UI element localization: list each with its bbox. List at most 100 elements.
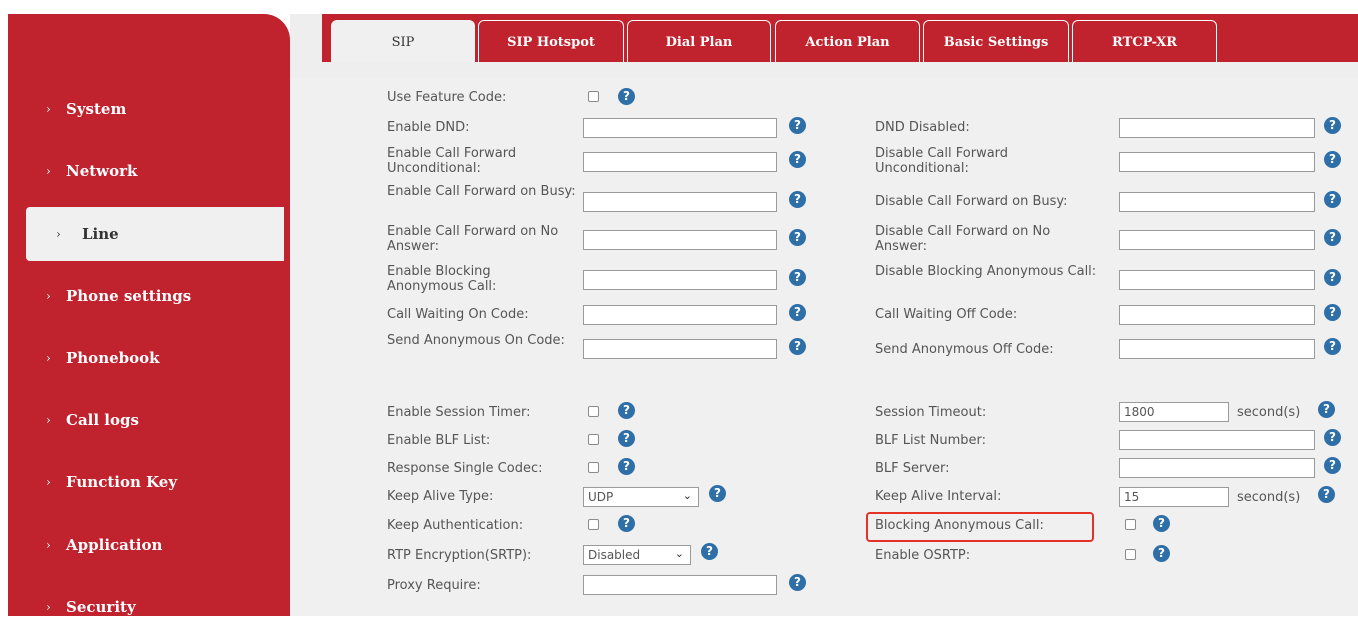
question-circle-icon[interactable]: ? xyxy=(1324,457,1341,474)
chevron-right-icon: › xyxy=(46,164,51,178)
proxy-require-label: Proxy Require: xyxy=(387,578,481,593)
proxy-require-input[interactable] xyxy=(583,575,777,595)
blf-list-checkbox[interactable] xyxy=(588,434,599,445)
keep-auth-checkbox[interactable] xyxy=(588,519,599,530)
question-circle-icon[interactable]: ? xyxy=(618,515,635,532)
send-anon-on-input[interactable] xyxy=(583,339,777,359)
keep-alive-type-label: Keep Alive Type: xyxy=(387,489,494,504)
sidebar-item-phonebook[interactable]: › Phonebook xyxy=(8,331,290,385)
tab-dial-plan[interactable]: Dial Plan xyxy=(627,20,771,62)
send-anon-off-input[interactable] xyxy=(1119,339,1315,359)
call-waiting-on-input[interactable] xyxy=(583,305,777,325)
keep-alive-type-select[interactable]: UDP ⌄ xyxy=(583,487,699,507)
question-circle-icon[interactable]: ? xyxy=(1324,429,1341,446)
blocking-anon-checkbox[interactable] xyxy=(1125,519,1136,530)
sidebar-item-label: Application xyxy=(66,536,163,554)
chevron-right-icon: › xyxy=(46,538,51,552)
sidebar-item-network[interactable]: › Network xyxy=(8,144,290,198)
sidebar-item-label: Security xyxy=(66,598,136,616)
response-single-codec-checkbox[interactable] xyxy=(588,462,599,473)
sidebar-item-phone-settings[interactable]: › Phone settings xyxy=(8,269,290,323)
question-circle-icon[interactable]: ? xyxy=(1324,151,1341,168)
sidebar-item-security[interactable]: › Security xyxy=(8,580,290,634)
keep-alive-interval-label: Keep Alive Interval: xyxy=(875,489,1002,504)
question-circle-icon[interactable]: ? xyxy=(789,269,806,286)
question-circle-icon[interactable]: ? xyxy=(1153,545,1170,562)
chevron-right-icon: › xyxy=(56,227,61,241)
sidebar-item-call-logs[interactable]: › Call logs xyxy=(8,393,290,447)
sidebar-item-label: System xyxy=(66,100,127,118)
question-circle-icon[interactable]: ? xyxy=(1324,304,1341,321)
chevron-right-icon: › xyxy=(46,289,51,303)
question-circle-icon[interactable]: ? xyxy=(1318,401,1335,418)
question-circle-icon[interactable]: ? xyxy=(789,117,806,134)
response-single-codec-label: Response Single Codec: xyxy=(387,461,543,476)
enable-cf-unconditional-input[interactable] xyxy=(583,152,777,172)
blf-list-number-label: BLF List Number: xyxy=(875,433,987,448)
chevron-down-icon: ⌄ xyxy=(682,489,692,502)
enable-dnd-input[interactable] xyxy=(583,118,777,138)
call-waiting-off-label: Call Waiting Off Code: xyxy=(875,307,1018,322)
question-circle-icon[interactable]: ? xyxy=(1324,338,1341,355)
question-circle-icon[interactable]: ? xyxy=(789,304,806,321)
chevron-right-icon: › xyxy=(46,600,51,614)
enable-cf-unconditional-label: Enable Call Forward Unconditional: xyxy=(387,146,517,176)
enable-cf-busy-input[interactable] xyxy=(583,192,777,212)
sidebar-item-label: Phonebook xyxy=(66,349,160,367)
question-circle-icon[interactable]: ? xyxy=(1318,486,1335,503)
enable-cf-noanswer-label: Enable Call Forward on No Answer: xyxy=(387,224,559,254)
enable-cf-noanswer-input[interactable] xyxy=(583,230,777,250)
disable-cf-busy-input[interactable] xyxy=(1119,192,1315,212)
tab-rtcp-xr[interactable]: RTCP-XR xyxy=(1072,20,1217,62)
disable-blocking-anon-input[interactable] xyxy=(1119,270,1315,290)
question-circle-icon[interactable]: ? xyxy=(701,543,718,560)
question-circle-icon[interactable]: ? xyxy=(709,485,726,502)
dnd-disabled-input[interactable] xyxy=(1119,118,1315,138)
enable-blocking-anon-input[interactable] xyxy=(583,270,777,290)
sidebar-item-system[interactable]: › System xyxy=(8,82,290,136)
question-circle-icon[interactable]: ? xyxy=(789,574,806,591)
question-circle-icon[interactable]: ? xyxy=(789,191,806,208)
question-circle-icon[interactable]: ? xyxy=(1153,515,1170,532)
question-circle-icon[interactable]: ? xyxy=(1324,269,1341,286)
session-timeout-input[interactable] xyxy=(1119,402,1229,422)
question-circle-icon[interactable]: ? xyxy=(1324,229,1341,246)
enable-osrtp-checkbox[interactable] xyxy=(1125,549,1136,560)
blf-server-input[interactable] xyxy=(1119,458,1315,478)
question-circle-icon[interactable]: ? xyxy=(618,88,635,105)
question-circle-icon[interactable]: ? xyxy=(1324,191,1341,208)
tab-action-plan[interactable]: Action Plan xyxy=(775,20,920,62)
blf-list-number-input[interactable] xyxy=(1119,430,1315,450)
question-circle-icon[interactable]: ? xyxy=(618,402,635,419)
question-circle-icon[interactable]: ? xyxy=(789,229,806,246)
dnd-disabled-label: DND Disabled: xyxy=(875,120,970,135)
question-circle-icon[interactable]: ? xyxy=(618,430,635,447)
chevron-right-icon: › xyxy=(46,475,51,489)
use-feature-code-checkbox[interactable] xyxy=(588,91,599,102)
keep-alive-type-value: UDP xyxy=(588,490,614,504)
keep-alive-interval-input[interactable] xyxy=(1119,487,1229,507)
rtp-encryption-select[interactable]: Disabled ⌄ xyxy=(583,545,691,565)
enable-dnd-label: Enable DND: xyxy=(387,120,470,135)
sidebar-item-line[interactable]: › Line xyxy=(26,207,284,261)
call-waiting-off-input[interactable] xyxy=(1119,305,1315,325)
tab-basic-settings[interactable]: Basic Settings xyxy=(923,20,1069,62)
disable-cf-busy-label: Disable Call Forward on Busy: xyxy=(875,194,1068,209)
question-circle-icon[interactable]: ? xyxy=(789,151,806,168)
session-timer-checkbox[interactable] xyxy=(588,406,599,417)
tab-sip-hotspot[interactable]: SIP Hotspot xyxy=(478,20,624,62)
chevron-right-icon: › xyxy=(46,351,51,365)
tab-sip[interactable]: SIP xyxy=(331,20,475,62)
disable-cf-noanswer-label: Disable Call Forward on No Answer: xyxy=(875,224,1051,254)
enable-cf-busy-label: Enable Call Forward on Busy: xyxy=(387,184,576,199)
question-circle-icon[interactable]: ? xyxy=(1324,117,1341,134)
question-circle-icon[interactable]: ? xyxy=(618,458,635,475)
disable-cf-unconditional-input[interactable] xyxy=(1119,152,1315,172)
sidebar-item-function-key[interactable]: › Function Key xyxy=(8,455,290,509)
keep-alive-interval-unit: second(s) xyxy=(1237,490,1301,505)
chevron-right-icon: › xyxy=(46,413,51,427)
sidebar-item-label: Function Key xyxy=(66,473,178,491)
sidebar-item-application[interactable]: › Application xyxy=(8,518,290,572)
question-circle-icon[interactable]: ? xyxy=(789,338,806,355)
disable-cf-noanswer-input[interactable] xyxy=(1119,230,1315,250)
